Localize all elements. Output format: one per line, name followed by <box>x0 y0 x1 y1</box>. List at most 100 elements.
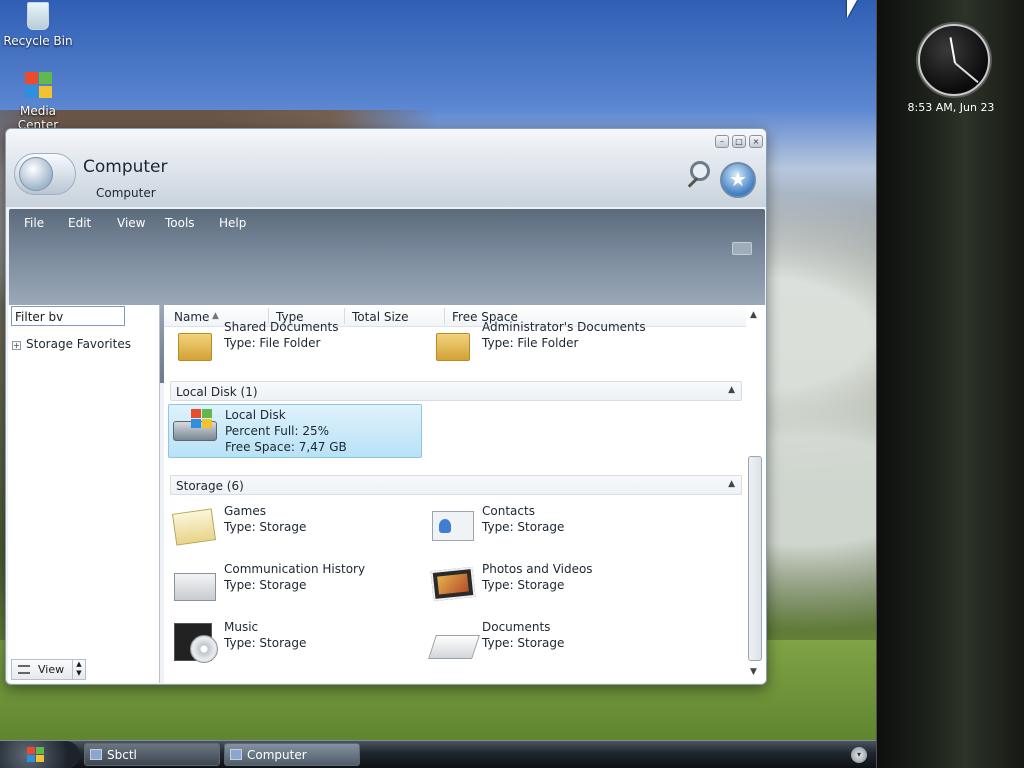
view-button-label: View <box>38 663 65 676</box>
item-name: Local Disk <box>225 408 286 422</box>
menu-tools[interactable]: Tools <box>165 216 195 230</box>
content-pane: Name ▲ Type Total Size Free Space ▲ ▼ Sh… <box>164 305 766 683</box>
item-name: Communication History <box>224 562 366 576</box>
item-type: Type: Storage <box>482 520 565 534</box>
computer-window[interactable]: Computer Computer – □ × ★ File Edit View… <box>5 128 767 685</box>
storage-item-contacts[interactable]: Contacts Type: Storage <box>426 501 676 551</box>
clock-minute-hand <box>954 62 979 84</box>
storage-item-documents[interactable]: Documents Type: Storage <box>426 617 676 667</box>
free-space: Free Space: 7,47 GB <box>225 440 347 454</box>
mail-icon <box>170 563 216 605</box>
show-sidebar-icon[interactable]: ▾ <box>851 747 867 763</box>
item-name: Documents <box>482 620 551 634</box>
windows-flag-icon <box>27 747 45 763</box>
folder-item[interactable]: Administrator's Documents Type: File Fold… <box>426 320 676 373</box>
item-type: Type: File Folder <box>482 336 579 350</box>
taskbar-label: Sbctl <box>107 748 137 762</box>
search-icon[interactable] <box>682 159 714 193</box>
documents-icon <box>428 621 480 663</box>
item-name: Games <box>224 504 266 518</box>
window-titlebar[interactable]: Computer Computer – □ × ★ <box>6 129 766 207</box>
clock-hour-hand <box>949 37 956 64</box>
clock-text: 8:53 AM, Jun 23 <box>907 101 995 114</box>
mouse-cursor-icon <box>847 0 857 18</box>
group-header-local-disk[interactable]: Local Disk (1) ▲ <box>170 381 742 401</box>
maximize-button[interactable]: □ <box>732 135 746 148</box>
menu-view[interactable]: View <box>117 216 145 230</box>
item-name: Photos and Videos <box>482 562 593 576</box>
col-total-size[interactable]: Total Size <box>352 310 408 324</box>
scroll-up-icon[interactable]: ▲ <box>750 310 757 320</box>
item-name: Music <box>224 620 259 634</box>
item-type: Type: Storage <box>224 578 307 592</box>
desktop-icon-label: Recycle Bin <box>3 34 73 48</box>
taskbar-button-sbctl[interactable]: Sbctl <box>84 743 220 766</box>
computer-icon <box>230 749 242 760</box>
item-name: Contacts <box>482 504 535 518</box>
minimize-button[interactable]: – <box>715 135 729 148</box>
item-type: Type: Storage <box>224 636 307 650</box>
storage-item-photos-videos[interactable]: Photos and Videos Type: Storage <box>426 559 676 609</box>
folder-item[interactable]: Shared Documents Type: File Folder <box>168 320 418 373</box>
window-title: Computer <box>83 157 168 177</box>
percent-full: Percent Full: 25% <box>225 424 330 438</box>
folder-icon <box>170 327 216 369</box>
item-name: Administrator's Documents <box>482 320 646 334</box>
toolbar-toggle-icon[interactable] <box>732 242 752 255</box>
window-subtitle: Computer <box>96 186 156 200</box>
item-type: Type: Storage <box>482 578 565 592</box>
group-label: Storage (6) <box>176 479 244 493</box>
item-type: Type: Storage <box>482 636 565 650</box>
expand-icon[interactable]: + <box>12 341 21 350</box>
vertical-scrollbar[interactable]: ▲ ▼ <box>746 305 764 683</box>
group-header-storage[interactable]: Storage (6) ▲ <box>170 475 742 495</box>
folder-icon <box>428 327 474 369</box>
storage-item-games[interactable]: Games Type: Storage <box>168 501 418 551</box>
favorites-star-icon[interactable]: ★ <box>720 162 756 198</box>
sort-ascending-icon: ▲ <box>212 311 219 321</box>
recycle-bin-icon <box>27 2 49 30</box>
tree-item-label: Storage Favorites <box>26 337 131 351</box>
hard-drive-icon <box>171 409 217 451</box>
taskbar-button-computer[interactable]: Computer <box>224 743 360 766</box>
desktop-icon-media-center[interactable]: Media Center <box>0 72 78 132</box>
clock-gadget[interactable] <box>918 24 990 96</box>
menu-file[interactable]: File <box>24 216 44 230</box>
collapse-icon[interactable]: ▲ <box>728 479 735 489</box>
view-button[interactable]: View ▲ ▼ <box>11 659 86 680</box>
view-list-icon <box>18 665 30 674</box>
sidebar: 8:53 AM, Jun 23 <box>876 0 1024 768</box>
menu-help[interactable]: Help <box>219 216 246 230</box>
menu-edit[interactable]: Edit <box>68 216 91 230</box>
storage-item-music[interactable]: Music Type: Storage <box>168 617 418 667</box>
music-icon <box>170 621 218 663</box>
column-separator[interactable] <box>444 308 445 324</box>
window-icon <box>90 749 102 760</box>
item-name: Shared Documents <box>224 320 339 334</box>
close-button[interactable]: × <box>749 135 763 148</box>
column-separator[interactable] <box>344 308 345 324</box>
nav-orb[interactable] <box>14 153 76 195</box>
taskbar: Sbctl Computer ▾ <box>0 740 876 768</box>
desktop-icon-recycle-bin[interactable]: Recycle Bin <box>0 2 78 48</box>
scroll-thumb[interactable] <box>748 456 762 661</box>
col-name[interactable]: Name <box>174 310 209 324</box>
tree-item-storage-favorites[interactable]: + Storage Favorites <box>12 337 131 351</box>
item-type: Type: Storage <box>224 520 307 534</box>
collapse-icon[interactable]: ▲ <box>728 385 735 395</box>
start-button[interactable] <box>0 741 80 768</box>
contacts-icon <box>428 505 474 547</box>
navigation-pane: Filter bv + Storage Favorites View ▲ ▼ <box>8 305 160 683</box>
scroll-down-icon[interactable]: ▼ <box>750 667 757 677</box>
taskbar-label: Computer <box>247 748 307 762</box>
view-spinner[interactable]: ▲ ▼ <box>72 660 85 679</box>
filter-input[interactable]: Filter bv <box>11 306 125 326</box>
photos-icon <box>428 563 476 605</box>
group-label: Local Disk (1) <box>176 385 258 399</box>
games-icon <box>170 505 217 547</box>
back-icon <box>19 157 53 191</box>
storage-item-communication-history[interactable]: Communication History Type: Storage <box>168 559 418 609</box>
local-disk-item[interactable]: Local Disk Percent Full: 25% Free Space:… <box>168 404 422 458</box>
item-type: Type: File Folder <box>224 336 321 350</box>
media-center-icon <box>23 72 53 100</box>
